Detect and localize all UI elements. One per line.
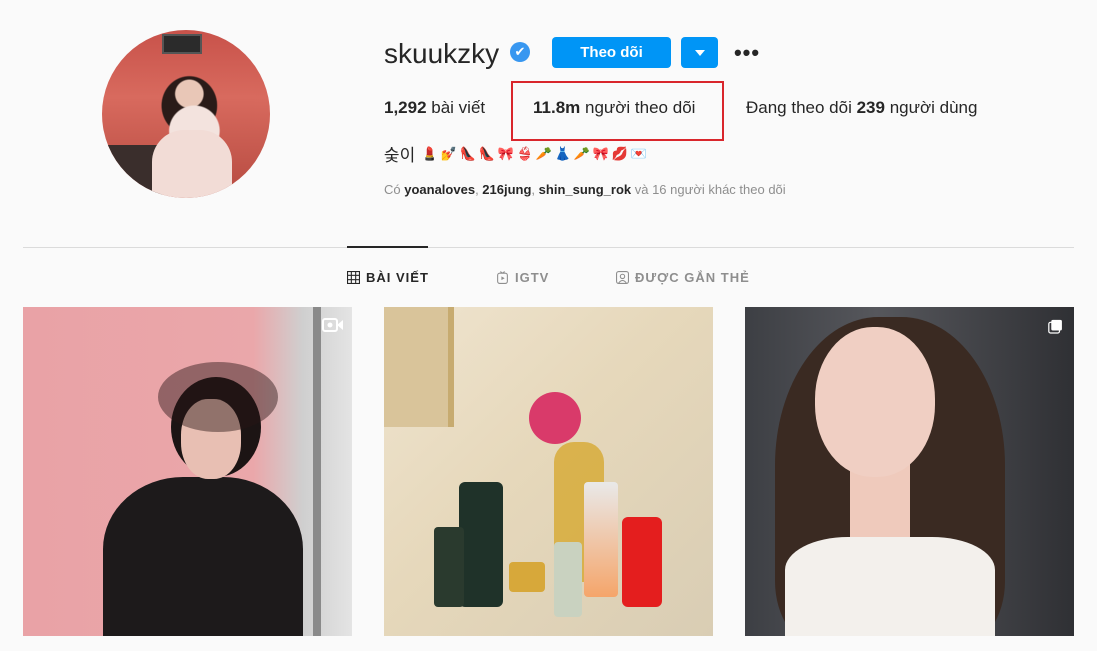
following-count[interactable]: Đang theo dõi 239 người dùng — [746, 98, 977, 118]
active-tab-indicator — [347, 246, 428, 248]
followed-by-text[interactable]: Có yoanaloves, 216jung, shin_sung_rok và… — [384, 182, 786, 197]
post-bg-frame — [384, 307, 454, 427]
posts-count-number: 1,292 — [384, 98, 427, 117]
post-figure-dress — [785, 537, 995, 636]
post-bg-pole — [313, 307, 321, 636]
multiple-icon — [1048, 319, 1062, 334]
emoji-nail-polish: 💅 — [440, 146, 457, 161]
emoji-heel: 👠 — [459, 146, 476, 161]
followers-highlight-box — [511, 81, 724, 141]
followed-by-prefix: Có — [384, 182, 405, 197]
chevron-down-icon — [694, 49, 705, 56]
profile-username: skuukzky — [384, 38, 500, 69]
tab-igtv-label: IGTV — [515, 270, 550, 285]
profile-avatar[interactable] — [102, 30, 270, 198]
post-figure-face — [815, 327, 935, 477]
tab-posts[interactable]: BÀI VIẾT — [347, 270, 429, 285]
post-jar — [509, 562, 545, 592]
post-bottle — [554, 542, 582, 617]
emoji-dress: 👗 — [554, 146, 571, 161]
tab-posts-label: BÀI VIẾT — [366, 270, 429, 285]
more-options-button[interactable]: ••• — [734, 40, 760, 66]
igtv-icon — [497, 271, 508, 284]
video-icon — [322, 318, 343, 332]
post-figure-veil — [158, 362, 278, 432]
post-bottle — [584, 482, 618, 597]
emoji-heel: 👠 — [478, 146, 495, 161]
post-bottle — [622, 517, 662, 607]
emoji-carrot: 🥕 — [535, 146, 552, 161]
emoji-carrot: 🥕 — [573, 146, 590, 161]
post-thumbnail[interactable] — [23, 307, 352, 636]
profile-bio: 숮이 💄 💅 👠 👠 🎀 👙 🥕 👗 🥕 🎀 💋 💌 — [384, 141, 647, 166]
post-bottle — [434, 527, 464, 607]
posts-count-label: bài viết — [426, 98, 486, 117]
follow-button[interactable]: Theo dõi — [552, 37, 671, 68]
posts-count: 1,292 bài viết — [384, 98, 485, 118]
following-count-number: 239 — [856, 98, 885, 117]
emoji-kiss: 💋 — [611, 146, 628, 161]
tagged-user-icon — [616, 271, 629, 284]
followed-by-sep: , — [531, 182, 539, 197]
avatar-figure — [152, 130, 232, 198]
avatar-bg-frame — [162, 34, 202, 54]
tabs-divider — [23, 247, 1074, 248]
post-thumbnail[interactable] — [384, 307, 713, 636]
post-figure-jacket — [103, 477, 303, 636]
followed-by-suffix: và 16 người khác theo dõi — [631, 182, 786, 197]
grid-icon — [347, 271, 360, 284]
emoji-lipstick: 💄 — [421, 146, 438, 161]
following-label: người dùng — [884, 98, 978, 117]
followed-by-user[interactable]: yoanaloves — [404, 182, 475, 197]
post-flower — [529, 392, 581, 444]
tab-tagged[interactable]: ĐƯỢC GẮN THẺ — [616, 270, 750, 285]
followed-by-user[interactable]: shin_sung_rok — [539, 182, 631, 197]
tab-tagged-label: ĐƯỢC GẮN THẺ — [635, 270, 750, 285]
post-thumbnail[interactable] — [745, 307, 1074, 636]
emoji-bikini: 👙 — [516, 146, 533, 161]
post-bottle — [459, 482, 503, 607]
tab-igtv[interactable]: IGTV — [496, 270, 549, 285]
suggestions-dropdown-button[interactable] — [681, 37, 718, 68]
followed-by-user[interactable]: 216jung — [482, 182, 531, 197]
emoji-ribbon: 🎀 — [592, 146, 609, 161]
verified-badge-icon: ✔ — [510, 42, 530, 62]
emoji-love-letter: 💌 — [630, 146, 647, 161]
emoji-ribbon: 🎀 — [497, 146, 514, 161]
bio-name: 숮이 — [384, 146, 416, 165]
following-prefix: Đang theo dõi — [746, 98, 857, 117]
